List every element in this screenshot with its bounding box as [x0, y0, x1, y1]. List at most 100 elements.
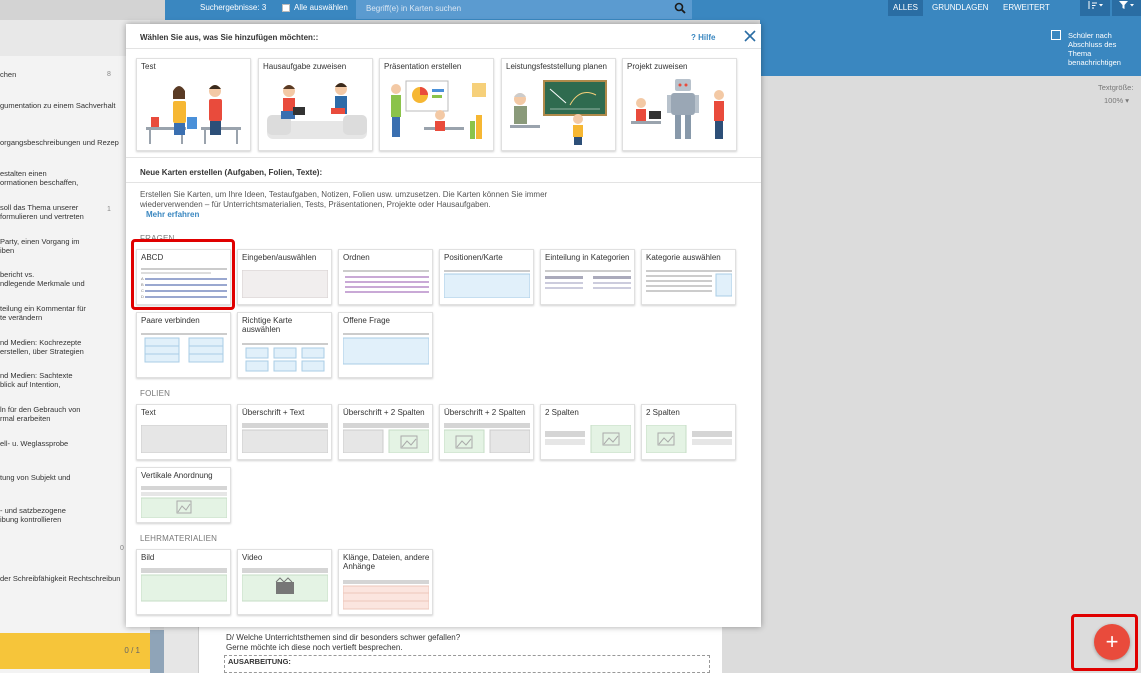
- open-question-thumbnail: [343, 333, 429, 365]
- card-label: Vertikale Anordnung: [141, 471, 213, 480]
- card-label: Überschrift + 2 Spalten: [444, 408, 526, 417]
- sort-icon: [1088, 1, 1103, 9]
- section-slides: FOLIEN: [140, 389, 171, 398]
- card-label: Präsentation erstellen: [384, 62, 462, 71]
- zoom-select[interactable]: 100% ▾: [1104, 96, 1129, 105]
- dialog-title: Wählen Sie aus, was Sie hinzufügen möcht…: [140, 33, 319, 42]
- map-thumbnail: [444, 270, 530, 298]
- card-label: Video: [242, 553, 263, 562]
- card-label: Überschrift + Text: [242, 408, 305, 417]
- document-question: D/ Welche Unterrichtsthemen sind dir bes…: [226, 633, 460, 653]
- card-label: Leistungsfeststellung planen: [506, 62, 607, 71]
- card-label: Einteilung in Kategorien: [545, 253, 630, 262]
- text-size-label: Textgröße:: [1098, 83, 1134, 92]
- pairs-thumbnail: [141, 333, 227, 363]
- order-thumbnail: [343, 270, 429, 293]
- divider: [126, 157, 761, 158]
- homework-illustration: [267, 83, 367, 139]
- card-presentation[interactable]: Präsentation erstellen: [379, 58, 494, 151]
- card-label: Ordnen: [343, 253, 370, 262]
- card-assessment[interactable]: Leistungsfeststellung planen: [501, 58, 616, 151]
- card-attachments[interactable]: Klänge, Dateien, andere Anhänge: [338, 549, 433, 615]
- test-illustration: [146, 85, 241, 144]
- video-thumbnail: [242, 568, 328, 602]
- presentation-illustration: [391, 80, 486, 139]
- card-open-question[interactable]: Offene Frage: [338, 312, 433, 378]
- card-choose-category[interactable]: Kategorie auswählen: [641, 249, 736, 305]
- card-label: Offene Frage: [343, 316, 390, 325]
- image-thumbnail: [141, 568, 227, 602]
- add-card-dialog: Wählen Sie aus, was Sie hinzufügen möcht…: [126, 24, 761, 627]
- card-homework[interactable]: Hausaufgabe zuweisen: [258, 58, 373, 151]
- card-project[interactable]: Projekt zuweisen: [622, 58, 737, 151]
- tab-alles[interactable]: ALLES: [888, 0, 923, 16]
- answer-box[interactable]: [224, 655, 710, 673]
- card-slide-2col-b[interactable]: 2 Spalten: [641, 404, 736, 460]
- select-all-checkbox[interactable]: [282, 3, 290, 12]
- card-label: Text: [141, 408, 156, 417]
- slide-2col-thumbnail: [343, 423, 429, 453]
- sidebar-item-count: 8: [107, 71, 111, 78]
- card-slide-heading-text[interactable]: Überschrift + Text: [237, 404, 332, 460]
- card-label: 2 Spalten: [646, 408, 680, 417]
- card-label: Überschrift + 2 Spalten: [343, 408, 425, 417]
- search-icon[interactable]: [674, 2, 686, 14]
- close-icon[interactable]: [743, 29, 757, 43]
- card-label: Eingeben/auswählen: [242, 253, 317, 262]
- tab-grundlagen[interactable]: GRUNDLAGEN: [932, 3, 988, 12]
- card-positions-map[interactable]: Positionen/Karte: [439, 249, 534, 305]
- sort-button[interactable]: [1080, 0, 1110, 16]
- card-slide-text[interactable]: Text: [136, 404, 231, 460]
- card-categories[interactable]: Einteilung in Kategorien: [540, 249, 635, 305]
- categories-thumbnail: [545, 270, 631, 289]
- sidebar-item-count: 0: [120, 545, 124, 552]
- help-label: Hilfe: [698, 33, 716, 42]
- sidebar-divider: [150, 630, 164, 673]
- card-match-pairs[interactable]: Paare verbinden: [136, 312, 231, 378]
- learn-more-link[interactable]: Mehr erfahren: [146, 210, 199, 219]
- help-link[interactable]: ? Hilfe: [691, 33, 715, 42]
- card-label: Klänge, Dateien, andere Anhänge: [343, 553, 430, 571]
- slide-heading-text-thumbnail: [242, 423, 328, 453]
- attachments-thumbnail: [343, 580, 429, 610]
- section-materials: LEHRMATERIALIEN: [140, 534, 218, 543]
- correct-card-thumbnail: [242, 343, 328, 372]
- slide-text-thumbnail: [141, 425, 227, 453]
- card-slide-heading-2col-b[interactable]: Überschrift + 2 Spalten: [439, 404, 534, 460]
- card-test[interactable]: Test: [136, 58, 251, 151]
- add-button[interactable]: +: [1094, 624, 1130, 660]
- zoom-value: 100%: [1104, 96, 1124, 105]
- filter-button[interactable]: [1112, 0, 1141, 16]
- select-all-label: Alle auswählen: [294, 3, 348, 12]
- card-label: Positionen/Karte: [444, 253, 503, 262]
- divider: [126, 48, 761, 49]
- slide-vertical-thumbnail: [141, 486, 227, 518]
- search-placeholder: Begriff(e) in Karten suchen: [366, 4, 462, 13]
- card-slide-heading-2col-a[interactable]: Überschrift + 2 Spalten: [338, 404, 433, 460]
- top-bar-left: [0, 0, 165, 20]
- new-cards-heading: Neue Karten erstellen (Aufgaben, Folien,…: [140, 168, 323, 177]
- search-input[interactable]: Begriff(e) in Karten suchen: [356, 0, 692, 19]
- card-image[interactable]: Bild: [136, 549, 231, 615]
- card-slide-2col-a[interactable]: 2 Spalten: [540, 404, 635, 460]
- card-correct-card[interactable]: Richtige Karte auswählen: [237, 312, 332, 378]
- select-all[interactable]: Alle auswählen: [282, 3, 348, 12]
- card-label: Richtige Karte auswählen: [242, 316, 293, 334]
- card-slide-vertical[interactable]: Vertikale Anordnung: [136, 467, 231, 523]
- slide-2col-thumbnail: [545, 425, 631, 453]
- card-label: Projekt zuweisen: [627, 62, 688, 71]
- card-input-select[interactable]: Eingeben/auswählen: [237, 249, 332, 305]
- assessment-illustration: [510, 80, 607, 145]
- tab-erweitert[interactable]: ERWEITERT: [1003, 3, 1050, 12]
- card-video[interactable]: Video: [237, 549, 332, 615]
- notify-label: Schüler nach Abschluss des Thema benachr…: [1068, 31, 1121, 67]
- card-label: Hausaufgabe zuweisen: [263, 62, 347, 71]
- new-cards-intro: Erstellen Sie Karten, um Ihre Ideen, Tes…: [140, 190, 548, 209]
- notify-checkbox[interactable]: [1051, 30, 1061, 40]
- sidebar-active-topic[interactable]: 0 / 1: [0, 633, 150, 669]
- slide-2col-thumbnail: [444, 423, 530, 453]
- search-results-count: Suchergebnisse: 3: [200, 3, 267, 12]
- card-order[interactable]: Ordnen: [338, 249, 433, 305]
- card-label: Paare verbinden: [141, 316, 200, 325]
- answer-box-label: AUSARBEITUNG:: [228, 657, 291, 666]
